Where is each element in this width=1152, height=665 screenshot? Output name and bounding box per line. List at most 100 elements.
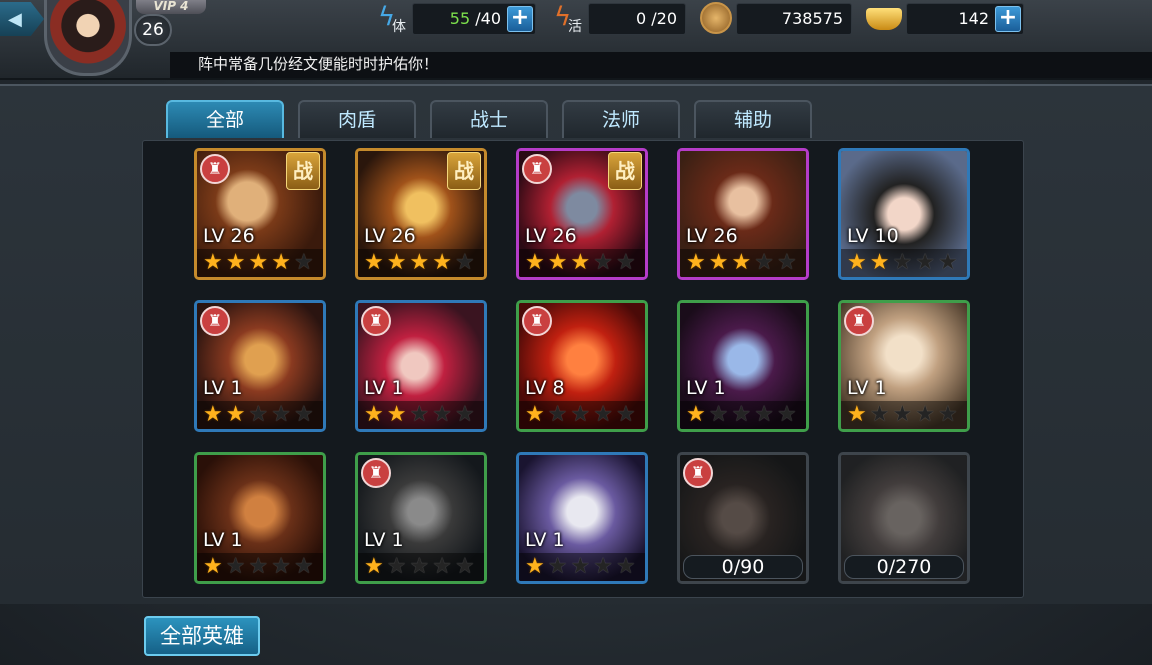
star-icon: ★ (547, 402, 568, 427)
equipment-icon: ♜ (522, 306, 552, 336)
stamina-tag: 体 (392, 19, 406, 35)
hero-card[interactable]: 0/270 (838, 452, 970, 584)
ingots-value: 142 (958, 9, 989, 28)
hero-card[interactable]: ♜ 战 LV 26 ★ ★ ★ ★ ★ (516, 148, 648, 280)
star-rating: ★ ★ ★ ★ ★ (197, 249, 323, 277)
hero-card[interactable]: ♜ LV 8 ★ ★ ★ ★ ★ (516, 300, 648, 432)
hero-card[interactable]: ♜ LV 1 ★ ★ ★ ★ ★ (194, 300, 326, 432)
coins-value: 738575 (781, 9, 843, 28)
star-rating: ★ ★ ★ ★ ★ (680, 401, 806, 429)
add-ingots-button[interactable]: + (995, 6, 1021, 32)
hero-card[interactable]: ♜ LV 1 ★ ★ ★ ★ ★ (838, 300, 970, 432)
hero-level: LV 1 (686, 377, 726, 399)
star-icon: ★ (754, 402, 774, 427)
category-tabs: 全部 肉盾 战士 法师 辅助 (166, 100, 812, 138)
notice-bar: 阵中常备几份经文便能时时护佑你！ (170, 52, 1152, 78)
hero-card[interactable]: ♜ LV 1 ★ ★ ★ ★ ★ (355, 300, 487, 432)
star-icon: ★ (892, 250, 913, 275)
in-battle-icon: 战 (608, 152, 642, 190)
hero-card[interactable]: ♜ 战 LV 26 ★ ★ ★ ★ ★ (194, 148, 326, 280)
hero-level: LV 26 (525, 225, 577, 247)
star-icon: ★ (364, 402, 384, 427)
tab-tank[interactable]: 肉盾 (298, 100, 416, 138)
star-icon: ★ (525, 402, 545, 427)
star-icon: ★ (776, 402, 797, 427)
star-rating: ★ ★ ★ ★ ★ (519, 553, 645, 581)
star-icon: ★ (386, 402, 407, 427)
star-rating: ★ ★ ★ ★ ★ (197, 401, 323, 429)
hero-card[interactable]: LV 1 ★ ★ ★ ★ ★ (516, 452, 648, 584)
star-icon: ★ (547, 554, 568, 579)
fragment-count: 0/90 (683, 555, 803, 579)
star-icon: ★ (248, 554, 269, 579)
stamina-resource: 55 /40 + (412, 3, 536, 35)
back-button[interactable]: ◀ (0, 2, 44, 36)
hero-level: LV 26 (203, 225, 255, 247)
hero-level: LV 8 (525, 377, 565, 399)
back-arrow-icon: ◀ (8, 8, 22, 30)
star-icon: ★ (293, 554, 314, 579)
star-icon: ★ (248, 402, 269, 427)
star-icon: ★ (754, 250, 774, 275)
hero-card[interactable]: LV 1 ★ ★ ★ ★ ★ (677, 300, 809, 432)
star-icon: ★ (225, 250, 246, 275)
fragment-count: 0/270 (844, 555, 964, 579)
star-icon: ★ (915, 402, 935, 427)
star-icon: ★ (203, 554, 223, 579)
add-stamina-button[interactable]: + (507, 6, 533, 32)
tab-warrior[interactable]: 战士 (430, 100, 548, 138)
tab-support[interactable]: 辅助 (694, 100, 812, 138)
equipment-icon: ♜ (683, 458, 713, 488)
star-icon: ★ (593, 554, 613, 579)
star-icon: ★ (547, 250, 568, 275)
star-icon: ★ (203, 402, 223, 427)
equipment-icon: ♜ (200, 306, 230, 336)
star-icon: ★ (869, 402, 890, 427)
vigor-tag: 活 (568, 19, 582, 35)
star-rating: ★ ★ ★ ★ ★ (519, 249, 645, 277)
star-rating: ★ ★ ★ ★ ★ (680, 249, 806, 277)
stamina-value: 55 /40 (449, 9, 501, 28)
hero-card[interactable]: ♜ 0/90 (677, 452, 809, 584)
star-icon: ★ (432, 250, 452, 275)
hero-card[interactable]: LV 26 ★ ★ ★ ★ ★ (677, 148, 809, 280)
star-icon: ★ (432, 554, 452, 579)
star-icon: ★ (454, 402, 475, 427)
star-icon: ★ (271, 250, 291, 275)
hero-level: LV 1 (525, 529, 565, 551)
vigor-value: 0 /20 (635, 9, 677, 28)
tab-mage[interactable]: 法师 (562, 100, 680, 138)
equipment-icon: ♜ (522, 154, 552, 184)
hero-card[interactable]: 战 LV 26 ★ ★ ★ ★ ★ (355, 148, 487, 280)
star-icon: ★ (615, 402, 636, 427)
vigor-lightning-icon: ϟ 活 (554, 0, 582, 35)
star-icon: ★ (525, 250, 545, 275)
stamina-lightning-icon: ϟ 体 (378, 0, 406, 35)
star-icon: ★ (708, 402, 729, 427)
all-heroes-button[interactable]: 全部英雄 (144, 616, 260, 656)
star-icon: ★ (409, 250, 430, 275)
star-icon: ★ (731, 250, 752, 275)
hero-card[interactable]: LV 1 ★ ★ ★ ★ ★ (194, 452, 326, 584)
star-icon: ★ (432, 402, 452, 427)
hero-card[interactable]: LV 10 ★ ★ ★ ★ ★ (838, 148, 970, 280)
star-icon: ★ (225, 402, 246, 427)
hero-level: LV 10 (847, 225, 899, 247)
tab-all[interactable]: 全部 (166, 100, 284, 138)
star-rating: ★ ★ ★ ★ ★ (358, 401, 484, 429)
star-icon: ★ (937, 250, 958, 275)
star-icon: ★ (293, 250, 314, 275)
star-icon: ★ (409, 554, 430, 579)
star-icon: ★ (271, 554, 291, 579)
star-icon: ★ (570, 402, 591, 427)
in-battle-icon: 战 (286, 152, 320, 190)
equipment-icon: ♜ (361, 458, 391, 488)
hero-card[interactable]: ♜ LV 1 ★ ★ ★ ★ ★ (355, 452, 487, 584)
vigor-resource: 0 /20 (588, 3, 686, 35)
hero-level: LV 1 (203, 529, 243, 551)
hero-level: LV 26 (686, 225, 738, 247)
star-icon: ★ (570, 554, 591, 579)
player-avatar[interactable] (44, 0, 132, 76)
star-icon: ★ (225, 554, 246, 579)
star-icon: ★ (386, 554, 407, 579)
